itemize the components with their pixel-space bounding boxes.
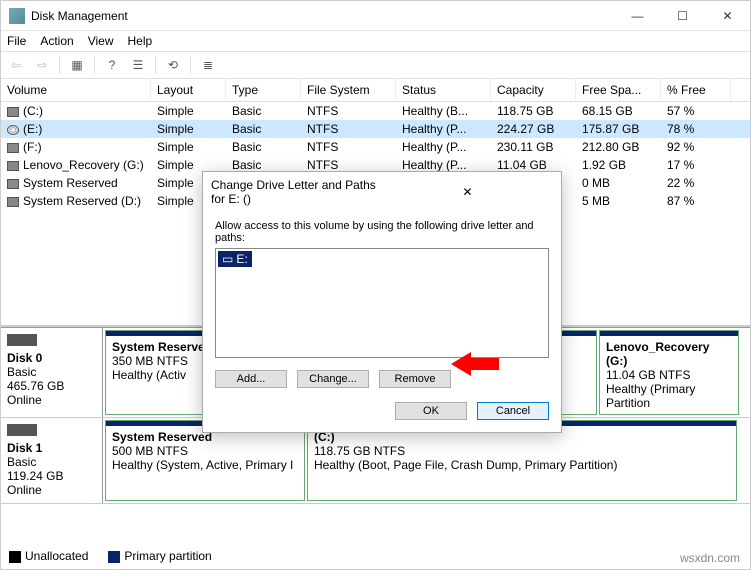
col-status[interactable]: Status: [396, 79, 491, 101]
separator: [94, 56, 95, 74]
volume-icon: [7, 197, 19, 207]
cancel-button[interactable]: Cancel: [477, 402, 549, 420]
maximize-button[interactable]: ☐: [660, 1, 705, 31]
dialog-close-icon[interactable]: ✕: [382, 185, 553, 199]
separator: [59, 56, 60, 74]
add-button[interactable]: Add...: [215, 370, 287, 388]
separator: [155, 56, 156, 74]
swatch-primary: [108, 551, 120, 563]
drive-paths-listbox[interactable]: ▭ E:: [215, 248, 549, 358]
titlebar: Disk Management — ☐ ✕: [1, 1, 750, 31]
col-free[interactable]: Free Spa...: [576, 79, 661, 101]
volume-row[interactable]: (E:)SimpleBasicNTFSHealthy (P...224.27 G…: [1, 120, 750, 138]
dialog-description: Allow access to this volume by using the…: [215, 220, 549, 244]
volume-icon: [7, 143, 19, 153]
volume-icon: [7, 107, 19, 117]
menu-file[interactable]: File: [7, 34, 26, 48]
separator: [190, 56, 191, 74]
disk-label[interactable]: Disk 1Basic119.24 GBOnline: [1, 418, 103, 503]
watermark: wsxdn.com: [680, 551, 740, 565]
disk-icon: [7, 424, 37, 436]
toolbar: ⇦ ⇨ ▦ ? ☰ ⟲ ≣: [1, 51, 750, 79]
change-button[interactable]: Change...: [297, 370, 369, 388]
disk-label[interactable]: Disk 0Basic465.76 GBOnline: [1, 328, 103, 417]
col-layout[interactable]: Layout: [151, 79, 226, 101]
volume-icon: [7, 161, 19, 171]
legend-unallocated: Unallocated: [25, 549, 88, 563]
volume-row[interactable]: (F:)SimpleBasicNTFSHealthy (P...230.11 G…: [1, 138, 750, 156]
refresh-icon[interactable]: ⟲: [162, 54, 184, 76]
grid-icon[interactable]: ▦: [66, 54, 88, 76]
menu-view[interactable]: View: [88, 34, 114, 48]
menu-action[interactable]: Action: [40, 34, 73, 48]
partition[interactable]: Lenovo_Recovery (G:)11.04 GB NTFSHealthy…: [599, 330, 739, 415]
back-icon: ⇦: [5, 54, 27, 76]
col-type[interactable]: Type: [226, 79, 301, 101]
dialog-title: Change Drive Letter and Paths for E: (): [211, 178, 382, 206]
drive-icon: ▭: [222, 252, 233, 266]
help-icon[interactable]: ?: [101, 54, 123, 76]
col-pct[interactable]: % Free: [661, 79, 731, 101]
volume-row[interactable]: (C:)SimpleBasicNTFSHealthy (B...118.75 G…: [1, 102, 750, 120]
col-capacity[interactable]: Capacity: [491, 79, 576, 101]
menu-help[interactable]: Help: [128, 34, 153, 48]
minimize-button[interactable]: —: [615, 1, 660, 31]
close-button[interactable]: ✕: [705, 1, 750, 31]
forward-icon: ⇨: [31, 54, 53, 76]
swatch-unallocated: [9, 551, 21, 563]
window-title: Disk Management: [31, 9, 615, 23]
remove-button[interactable]: Remove: [379, 370, 451, 388]
legend: Unallocated Primary partition: [9, 549, 212, 563]
properties-icon[interactable]: ☰: [127, 54, 149, 76]
col-fs[interactable]: File System: [301, 79, 396, 101]
col-volume[interactable]: Volume: [1, 79, 151, 101]
menubar: File Action View Help: [1, 31, 750, 51]
disk-icon: [7, 334, 37, 346]
app-icon: [9, 8, 25, 24]
drive-path-entry[interactable]: ▭ E:: [218, 251, 252, 267]
drive-path-label: E:: [236, 252, 247, 266]
list-icon[interactable]: ≣: [197, 54, 219, 76]
legend-primary: Primary partition: [124, 549, 211, 563]
volume-header: Volume Layout Type File System Status Ca…: [1, 79, 750, 102]
ok-button[interactable]: OK: [395, 402, 467, 420]
change-drive-letter-dialog: Change Drive Letter and Paths for E: () …: [202, 171, 562, 433]
volume-icon: [7, 179, 19, 189]
volume-icon: [7, 125, 19, 135]
